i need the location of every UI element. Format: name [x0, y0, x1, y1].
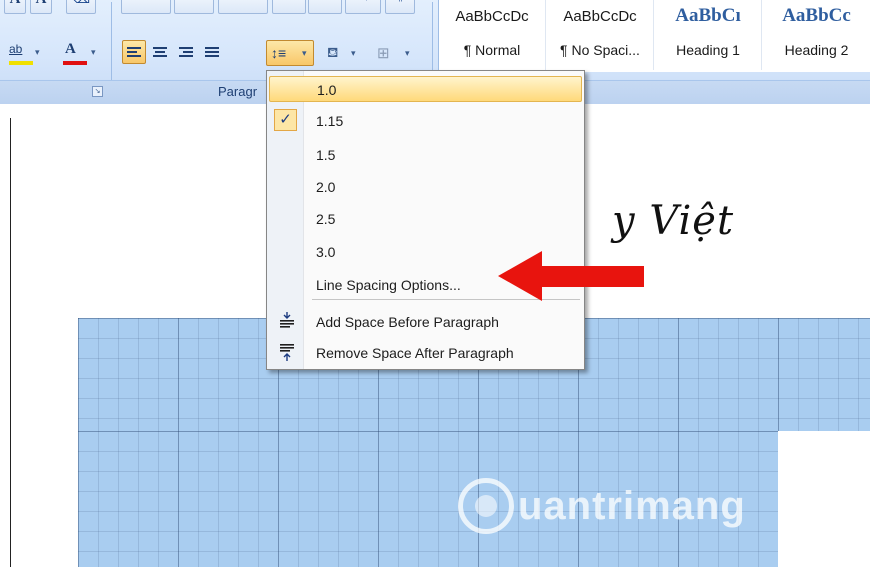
- checkmark-icon: ✓: [274, 109, 297, 131]
- chevron-down-icon: ▾: [35, 47, 40, 57]
- menu-item-label: 1.5: [316, 147, 336, 163]
- menu-item-spacing-1-5[interactable]: 1.5: [269, 142, 582, 168]
- style-name: Heading 2: [784, 42, 849, 58]
- borders-button[interactable]: ⊞ ▾: [368, 40, 418, 66]
- document-heading-text[interactable]: y Việt: [612, 198, 734, 244]
- justify-icon: [205, 47, 219, 59]
- font-color-swatch: [63, 61, 87, 65]
- menu-item-spacing-1-0[interactable]: 1.0: [269, 76, 582, 102]
- decrease-indent-icon: ⇤: [284, 0, 293, 4]
- watermark-logo-icon: [458, 478, 514, 534]
- menu-item-spacing-2-5[interactable]: 2.5: [269, 206, 582, 232]
- chevron-down-icon: ▾: [351, 48, 356, 58]
- align-center-icon: [153, 47, 167, 59]
- menu-item-spacing-1-15[interactable]: ✓ 1.15: [269, 108, 582, 134]
- increase-indent-icon: ⇥: [320, 0, 329, 4]
- chevron-down-icon: ▾: [91, 47, 96, 57]
- shading-button[interactable]: ⛾ ▾: [322, 40, 364, 66]
- menu-item-label: Line Spacing Options...: [316, 277, 461, 293]
- menu-item-remove-space-after[interactable]: Remove Space After Paragraph: [269, 340, 582, 366]
- paragraph-group-label: Paragr: [218, 84, 258, 99]
- bullets-icon: •—: [139, 0, 154, 3]
- paint-bucket-icon: ⛾: [327, 44, 339, 60]
- menu-item-label: 2.5: [316, 211, 336, 227]
- style-sample: AaBbCcDc: [455, 8, 529, 25]
- align-right-button[interactable]: [174, 40, 198, 64]
- highlight-color-swatch: [9, 61, 33, 65]
- align-right-icon: [179, 47, 193, 59]
- increase-indent-button[interactable]: ⇥: [308, 0, 342, 14]
- line-spacing-icon: ↕≡: [271, 45, 287, 61]
- pilcrow-icon: ¶: [397, 0, 403, 3]
- menu-item-label: 1.0: [317, 82, 337, 98]
- font-color-icon: A: [65, 41, 76, 57]
- style-sample: AaBbCcDc: [563, 8, 637, 25]
- grow-font-label: A: [10, 0, 21, 7]
- numbering-button[interactable]: 1—: [174, 0, 214, 14]
- justify-button[interactable]: [200, 40, 224, 64]
- style-name: Heading 1: [676, 42, 740, 58]
- style-heading-2[interactable]: AaBbCc Heading 2: [763, 0, 870, 70]
- sort-icon: Z↓: [357, 0, 369, 3]
- menu-item-label: 3.0: [316, 244, 336, 260]
- space-before-icon: [280, 312, 294, 328]
- shrink-font-label: A: [36, 0, 47, 7]
- sort-button[interactable]: Z↓: [345, 0, 381, 14]
- numbering-icon: 1—: [185, 0, 202, 3]
- font-dialog-launcher[interactable]: ↘: [92, 86, 103, 97]
- show-marks-button[interactable]: ¶: [385, 0, 415, 14]
- clear-formatting-button[interactable]: ⌫: [66, 0, 96, 14]
- text-highlight-button[interactable]: ab ▾: [2, 38, 42, 66]
- line-spacing-menu: 1.0 ✓ 1.15 1.5 2.0 2.5 3.0 Line Spacing …: [266, 70, 585, 370]
- align-left-icon: [127, 47, 141, 59]
- space-after-icon: [280, 344, 294, 361]
- decrease-indent-button[interactable]: ⇤: [272, 0, 306, 14]
- border-grid-icon: ⊞: [377, 45, 390, 62]
- align-center-button[interactable]: [148, 40, 172, 64]
- page-edge: [10, 118, 11, 567]
- menu-item-label: 2.0: [316, 179, 336, 195]
- chevron-down-icon: ▾: [405, 48, 410, 58]
- style-name: ¶ Normal: [463, 42, 521, 58]
- style-normal[interactable]: AaBbCcDc ¶ Normal: [439, 0, 546, 70]
- menu-item-label: Remove Space After Paragraph: [316, 345, 514, 361]
- font-color-button[interactable]: A ▾: [56, 38, 102, 66]
- menu-item-add-space-before[interactable]: Add Space Before Paragraph: [269, 309, 582, 335]
- style-sample: AaBbCı: [675, 5, 741, 26]
- menu-item-label: 1.15: [316, 113, 344, 129]
- styles-gallery: AaBbCcDc ¶ Normal AaBbCcDc ¶ No Spaci...…: [438, 0, 870, 72]
- red-arrow-icon: [498, 251, 644, 301]
- chevron-down-icon: ▾: [302, 48, 307, 58]
- multilevel-list-button[interactable]: i—: [218, 0, 268, 14]
- watermark-text: uantrimang: [518, 484, 746, 528]
- style-name: ¶ No Spaci...: [560, 42, 640, 58]
- multilevel-list-icon: i—: [236, 0, 249, 3]
- shrink-font-button[interactable]: A: [30, 0, 52, 14]
- align-left-button[interactable]: [122, 40, 146, 64]
- bullets-button[interactable]: •—: [121, 0, 171, 14]
- menu-item-label: Add Space Before Paragraph: [316, 314, 499, 330]
- highlighter-icon: ab: [9, 42, 23, 56]
- eraser-icon: ⌫: [72, 0, 90, 6]
- menu-item-spacing-2-0[interactable]: 2.0: [269, 174, 582, 200]
- style-heading-1[interactable]: AaBbCı Heading 1: [655, 0, 762, 70]
- style-no-spacing[interactable]: AaBbCcDc ¶ No Spaci...: [547, 0, 654, 70]
- line-spacing-button[interactable]: ↕≡ ▾: [266, 40, 314, 66]
- style-sample: AaBbCc: [782, 5, 851, 26]
- grow-font-button[interactable]: A: [4, 0, 26, 14]
